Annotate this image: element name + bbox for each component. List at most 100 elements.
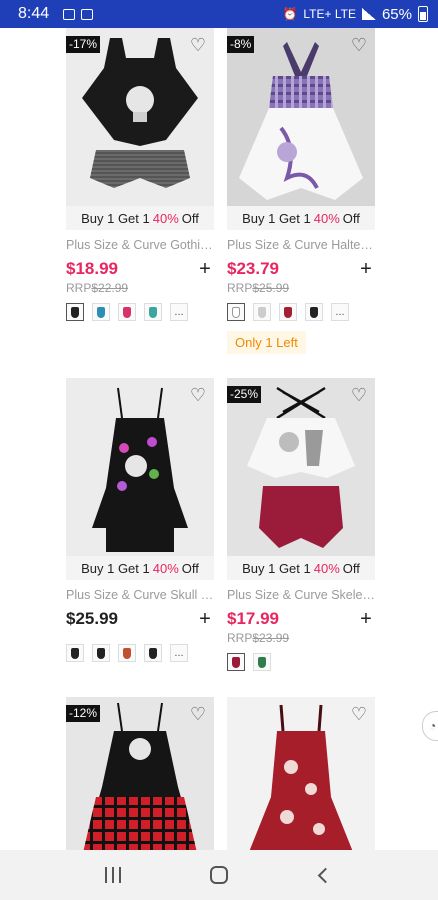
color-swatch[interactable] [279, 303, 297, 321]
heart-icon[interactable]: ♡ [188, 386, 208, 406]
product-image[interactable]: ♡ [227, 697, 375, 850]
color-swatch[interactable] [118, 644, 136, 662]
rrp-value: $22.99 [91, 281, 129, 295]
promo-prefix: Buy 1 Get 1 [81, 560, 150, 576]
promo-suffix: Off [342, 210, 360, 226]
heart-icon[interactable]: ♡ [188, 705, 208, 725]
discount-badge: -12% [66, 705, 101, 722]
rrp-price: RRP$23.99 [227, 631, 375, 645]
discount-badge: -8% [227, 36, 255, 53]
heart-icon[interactable]: ♡ [349, 36, 369, 56]
system-nav-bar [0, 850, 438, 900]
more-colors-button[interactable]: ... [331, 303, 349, 321]
network-label: LTE+ LTE [303, 7, 356, 21]
more-colors-button[interactable]: ... [170, 303, 188, 321]
product-title[interactable]: Plus Size & Curve Gothic Skull Tankini S… [66, 238, 214, 252]
price-row: $18.99 + [66, 258, 214, 280]
product-image[interactable]: -17% ♡ [66, 28, 214, 206]
promo-suffix: Off [342, 560, 360, 576]
color-swatch[interactable] [92, 644, 110, 662]
color-swatch[interactable] [118, 303, 136, 321]
rrp-label: RRP [227, 631, 253, 645]
color-swatch[interactable] [92, 303, 110, 321]
promo-prefix: Buy 1 Get 1 [242, 210, 311, 226]
rrp-price: RRP$22.99 [66, 281, 214, 295]
alarm-icon: ⏰ [282, 7, 298, 21]
color-swatch[interactable] [227, 303, 245, 321]
heart-icon[interactable]: ♡ [349, 705, 369, 725]
product-price: $18.99 [66, 259, 118, 278]
product-title[interactable]: Plus Size & Curve Skull Butterfly Tankin… [66, 588, 214, 602]
floating-side-handle[interactable]: ◔ [422, 711, 438, 741]
color-swatch[interactable] [305, 303, 323, 321]
rrp-label: RRP [227, 281, 253, 295]
product-card[interactable]: -8% ♡ Buy 1 Get 1 40% Off Plus Size & Cu… [227, 28, 375, 354]
status-bar: 8:44 ⏰ LTE+ LTE 65% [0, 0, 438, 28]
color-swatch[interactable] [253, 653, 271, 671]
promo-percent: 40% [152, 560, 179, 576]
color-swatch[interactable] [66, 303, 84, 321]
add-to-bag-icon[interactable]: + [196, 259, 214, 279]
promo-suffix: Off [181, 210, 199, 226]
heart-icon[interactable]: ♡ [349, 386, 369, 406]
heart-icon[interactable]: ♡ [188, 36, 208, 56]
promo-banner: Buy 1 Get 1 40% Off [66, 556, 214, 580]
discount-badge: -17% [66, 36, 101, 53]
recent-apps-icon [105, 867, 121, 883]
color-swatch[interactable] [144, 303, 162, 321]
product-title[interactable]: Plus Size & Curve Halter Plaid Skull Tan… [227, 238, 375, 252]
promo-banner: Buy 1 Get 1 40% Off [66, 206, 214, 230]
promo-percent: 40% [313, 210, 340, 226]
signal-icon [361, 8, 376, 20]
home-icon [210, 866, 228, 884]
color-swatches [227, 653, 375, 671]
promo-banner: Buy 1 Get 1 40% Off [227, 206, 375, 230]
rrp-label: RRP [66, 281, 92, 295]
promo-prefix: Buy 1 Get 1 [81, 210, 150, 226]
color-swatch[interactable] [144, 644, 162, 662]
product-image[interactable]: ♡ [66, 378, 214, 556]
product-price: $25.99 [66, 609, 118, 628]
product-card[interactable]: -25% ♡ Buy 1 Get 1 40% Off Plus Size & C… [227, 378, 375, 671]
product-price: $23.79 [227, 259, 279, 278]
price-row: $23.79 + [227, 258, 375, 280]
rrp-price: RRP$25.99 [227, 281, 375, 295]
color-swatches: ... [66, 644, 214, 662]
product-image[interactable]: -25% ♡ [227, 378, 375, 556]
back-button[interactable] [305, 855, 345, 895]
color-swatch[interactable] [227, 653, 245, 671]
battery-percent: 65% [381, 5, 412, 23]
add-to-bag-icon[interactable]: + [357, 259, 375, 279]
rrp-value: $23.99 [252, 631, 290, 645]
more-colors-button[interactable]: ... [170, 644, 188, 662]
gallery-notification-icon [63, 8, 76, 20]
home-button[interactable] [199, 855, 239, 895]
product-image[interactable]: -12% ♡ [66, 697, 214, 850]
price-row: $17.99 + [227, 608, 375, 630]
rrp-value: $25.99 [252, 281, 290, 295]
color-swatches: ... [66, 303, 214, 321]
product-card[interactable]: ♡ Buy 1 Get 1 40% Off Plus Size & Curve … [66, 378, 214, 662]
color-swatch[interactable] [66, 644, 84, 662]
product-feed[interactable]: -17% ♡ Buy 1 Get 1 40% Off Plus Size & C… [0, 28, 438, 850]
product-card[interactable]: ♡ [227, 697, 375, 850]
product-card[interactable]: -17% ♡ Buy 1 Get 1 40% Off Plus Size & C… [66, 28, 214, 321]
product-image[interactable]: -8% ♡ [227, 28, 375, 206]
discount-badge: -25% [227, 386, 262, 403]
stock-note: Only 1 Left [227, 331, 306, 354]
message-notification-icon [81, 8, 94, 20]
add-to-bag-icon[interactable]: + [357, 609, 375, 629]
status-time: 8:44 [18, 5, 50, 22]
product-card[interactable]: -12% ♡ [66, 697, 214, 850]
promo-suffix: Off [181, 560, 199, 576]
promo-banner: Buy 1 Get 1 40% Off [227, 556, 375, 580]
color-swatch[interactable] [253, 303, 271, 321]
back-icon [317, 867, 333, 883]
color-swatches: ... [227, 303, 375, 321]
recent-apps-button[interactable] [93, 855, 133, 895]
promo-percent: 40% [152, 210, 179, 226]
product-title[interactable]: Plus Size & Curve Skeleton Lattice Tanki… [227, 588, 375, 602]
price-row: $25.99 + [66, 608, 214, 630]
battery-icon [418, 6, 428, 22]
add-to-bag-icon[interactable]: + [196, 609, 214, 629]
